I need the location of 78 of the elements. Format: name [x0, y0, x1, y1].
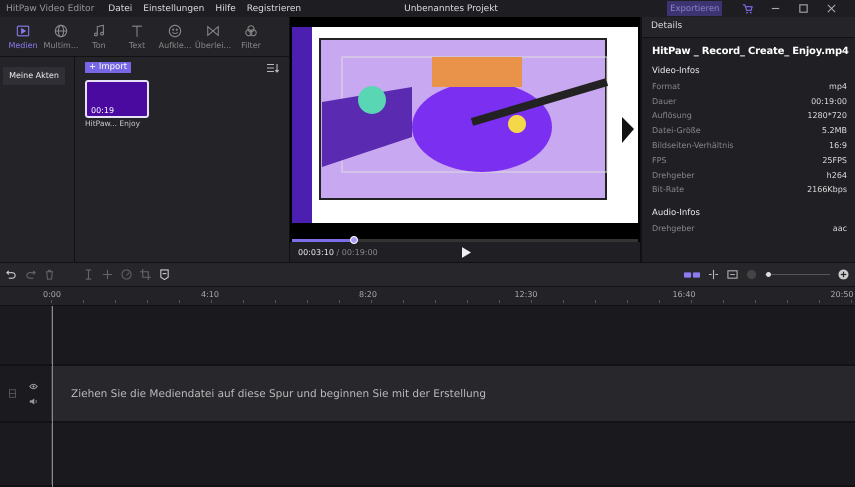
crop-icon[interactable] [140, 269, 151, 280]
maximize-icon[interactable] [798, 3, 810, 14]
ruler-label: 8:20 [359, 290, 377, 299]
property-value: 16:9 [829, 141, 847, 150]
fit-icon[interactable] [727, 269, 738, 280]
import-button[interactable]: + Import [85, 62, 132, 73]
tab[interactable]: Text [118, 17, 156, 56]
zoom-handle[interactable] [766, 272, 771, 276]
eye-icon[interactable] [29, 382, 38, 390]
marker-icon[interactable] [159, 269, 170, 280]
tab[interactable]: Überlei... [194, 17, 232, 56]
current-time: 00:03:10 [298, 248, 334, 256]
property-value: 1280*720 [807, 111, 847, 120]
zoom-in-icon[interactable] [838, 269, 849, 280]
split-icon[interactable] [83, 269, 94, 280]
tab[interactable]: Aufkle... [156, 17, 194, 56]
tab[interactable]: Filter [232, 17, 270, 56]
film-icon [8, 389, 17, 398]
ruler-label: 0:00 [43, 290, 61, 299]
section-title: Video-Infos [652, 66, 701, 76]
panel-title: Details [642, 17, 855, 38]
clip-duration: 00:19 [91, 106, 114, 115]
ruler-label: 4:10 [201, 290, 219, 299]
sort-icon[interactable] [267, 62, 279, 72]
tab[interactable]: Ton [80, 17, 118, 56]
ruler-label: 16:40 [672, 290, 696, 299]
menu-item[interactable]: Datei [108, 4, 132, 14]
property-value: 00:19:00 [811, 96, 847, 106]
ruler-label: 12:30 [514, 290, 538, 299]
property-label: Datei-Größe [652, 126, 701, 136]
property-value: h264 [826, 170, 847, 180]
property-label: Dauer [652, 96, 676, 106]
trash-icon[interactable] [44, 269, 55, 280]
total-time: / 00:19:00 [336, 248, 378, 256]
undo-icon[interactable] [6, 269, 17, 280]
globe-icon [54, 24, 68, 38]
close-icon[interactable] [826, 3, 838, 14]
property-value: aac [832, 224, 847, 234]
move-icon[interactable] [102, 269, 113, 280]
snap-icon[interactable] [684, 270, 700, 278]
file-name: HitPaw _ Record_ Create_ Enjoy.mp4 [652, 46, 847, 57]
video-icon [16, 24, 30, 38]
clip-thumbnail[interactable]: 00:19 [85, 80, 149, 118]
menu-item[interactable]: Registrieren [246, 4, 302, 14]
ruler-label: 20:50 [830, 290, 854, 299]
speed-icon[interactable] [121, 269, 132, 280]
progress-handle[interactable] [350, 236, 358, 244]
tab[interactable]: Multim... [42, 17, 80, 56]
redo-icon[interactable] [25, 269, 36, 280]
window-title: Unbenanntes Projekt [404, 4, 499, 14]
music-note-icon [92, 24, 106, 38]
circles-icon [244, 24, 258, 38]
play-icon[interactable] [462, 246, 471, 258]
property-value: 25FPS [822, 156, 847, 165]
property-value: mp4 [829, 82, 847, 91]
property-label: Drehgeber [652, 224, 695, 234]
property-label: FPS [652, 156, 667, 165]
speaker-icon[interactable] [29, 396, 38, 406]
property-label: Bildseiten-Verhältnis [652, 141, 734, 150]
text-icon [130, 24, 144, 38]
property-label: Format [652, 82, 680, 91]
export-button[interactable]: Exportieren [667, 1, 722, 16]
property-value: 5.2MB [822, 126, 847, 136]
app-name: HitPaw Video Editor [6, 4, 94, 14]
menu-item[interactable]: Einstellungen [143, 4, 204, 14]
property-label: Bit-Rate [652, 185, 684, 194]
split-view-icon[interactable] [708, 269, 719, 280]
drop-hint: Ziehen Sie die Mediendatei auf diese Spur und beginnen Sie mit der Erstellung [71, 388, 486, 400]
property-label: Drehgeber [652, 170, 695, 180]
tab[interactable]: Medien [4, 17, 42, 56]
cart-icon[interactable] [742, 3, 754, 14]
sidebar-item[interactable]: Meine Akten [3, 66, 65, 84]
menu-item[interactable]: Hilfe [215, 4, 236, 14]
smiley-icon [168, 24, 182, 38]
bowtie-icon [206, 24, 220, 38]
section-title: Audio-Infos [652, 208, 701, 218]
property-label: Auflösung [652, 111, 692, 120]
property-value: 2166Kbps [807, 185, 847, 194]
